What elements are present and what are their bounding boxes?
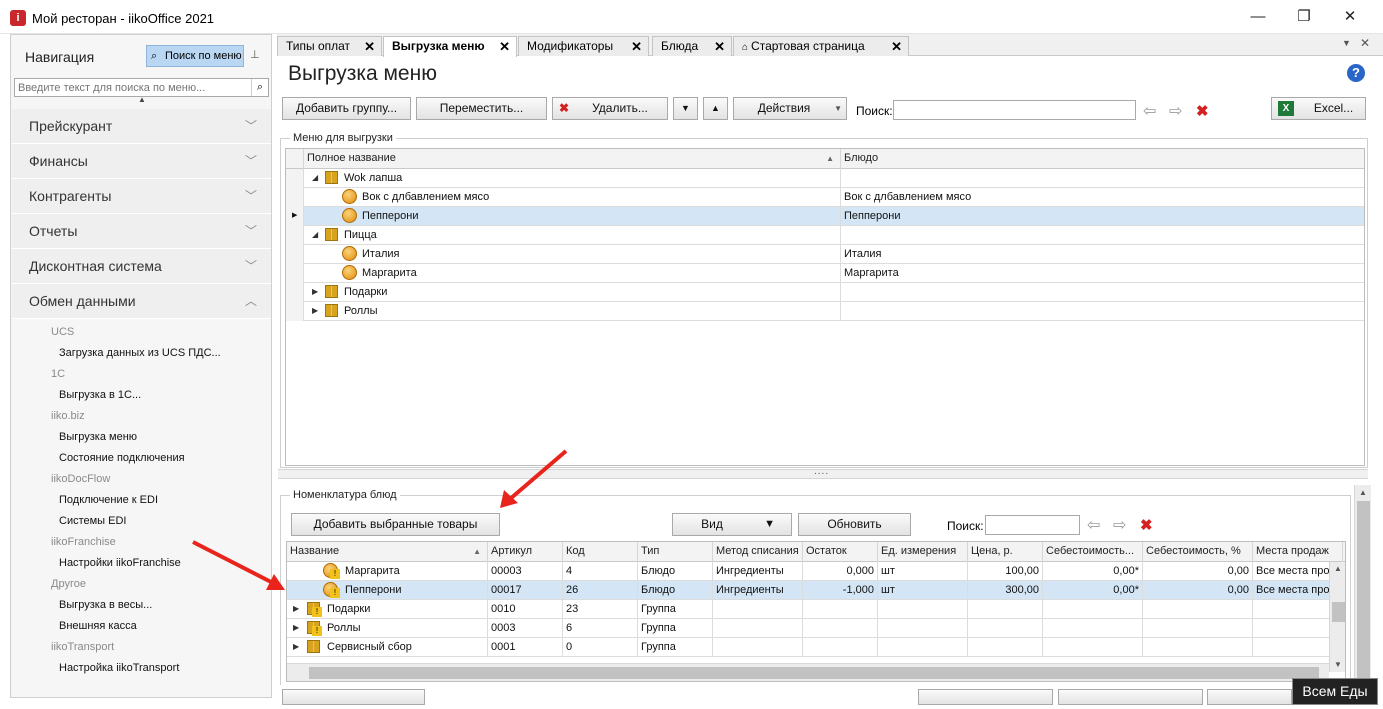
annotation-arrows xyxy=(192,449,568,590)
annotation-arrow-left xyxy=(192,540,285,590)
annotation-arrow-top xyxy=(500,449,568,508)
